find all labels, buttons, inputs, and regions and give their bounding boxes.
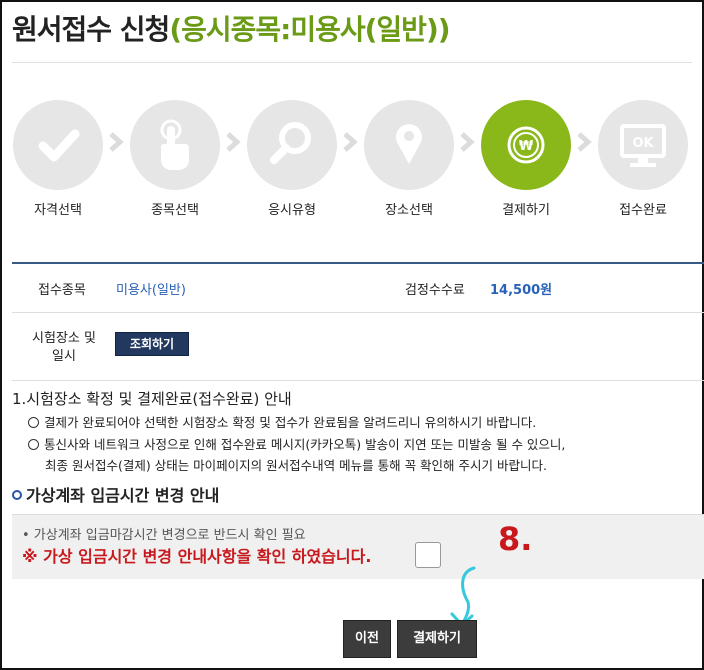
place-label-line1: 시험장소 및: [32, 331, 96, 346]
notice-title: 1.시험장소 확정 및 결제완료(접수완료) 안내: [12, 390, 292, 408]
step-label: 결제하기: [502, 203, 550, 218]
annotation-step-number: 8.: [498, 520, 533, 558]
step-exam-type: [247, 100, 337, 190]
notice-item-continuation: 최종 원서접수(결제) 상태는 마이페이지의 원서접수내역 메뉴를 통해 꼭 확…: [45, 458, 547, 473]
row-divider: [12, 380, 704, 381]
hand-pointer-icon: [160, 119, 189, 170]
won-coin-icon: ₩: [507, 126, 545, 164]
title-divider: [12, 62, 692, 63]
prev-button[interactable]: 이전: [343, 620, 391, 658]
page-title-main: 원서접수 신청: [12, 13, 170, 46]
step-label: 응시유형: [268, 203, 316, 218]
step-category: [130, 100, 220, 190]
magnifier-icon: [270, 122, 311, 164]
step-qualification: [13, 100, 103, 190]
circle-bullet-icon: [28, 417, 39, 428]
category-label: 접수종목: [38, 283, 86, 298]
fee-value: 14,500원: [490, 283, 553, 298]
step-label: 장소선택: [385, 203, 433, 218]
step-payment: ₩: [481, 100, 571, 190]
step-label: 접수완료: [619, 203, 667, 218]
pay-button[interactable]: 결제하기: [397, 620, 477, 658]
step-complete: OK: [598, 100, 688, 190]
notice-item-text: 결제가 완료되어야 선택한 시험장소 확정 및 접수가 완료됨을 알려드리니 유…: [44, 415, 537, 430]
virtual-account-title-text: 가상계좌 입금시간 변경 안내: [26, 486, 220, 505]
chevron-right-icon: [226, 132, 241, 152]
circle-bullet-icon: [28, 439, 39, 450]
chevron-right-icon: [109, 132, 124, 152]
notice-item: 통신사와 네트워크 사정으로 인해 접수완료 메시지(카카오톡) 발송이 지연 …: [28, 434, 565, 453]
svg-text:OK: OK: [632, 136, 654, 151]
page-title-subject: (응시종목:미용사(일반)): [169, 13, 450, 46]
step-label: 종목선택: [151, 203, 199, 218]
svg-text:₩: ₩: [519, 139, 534, 154]
chevron-right-icon: [343, 132, 358, 152]
notice-item: 결제가 완료되어야 선택한 시험장소 확정 및 접수가 완료됨을 알려드리니 유…: [28, 412, 536, 431]
confirmation-warning: ※ 가상 입금시간 변경 안내사항을 확인 하였습니다.: [22, 547, 372, 566]
fee-label: 검정수수료: [405, 283, 465, 298]
place-label-line2: 일시: [52, 349, 76, 364]
location-pin-icon: [396, 124, 422, 164]
row-divider: [12, 312, 704, 313]
virtual-account-note: • 가상계좌 입금마감시간 변경으로 반드시 확인 필요: [22, 528, 306, 543]
chevron-right-icon: [577, 132, 592, 152]
lookup-button[interactable]: 조회하기: [115, 332, 189, 356]
chevron-right-icon: [460, 132, 475, 152]
info-table-top-border: [12, 262, 704, 264]
category-value: 미용사(일반): [116, 283, 186, 298]
step-label: 자격선택: [34, 203, 82, 218]
virtual-account-title: 가상계좌 입금시간 변경 안내: [12, 482, 219, 506]
notice-item-text: 통신사와 네트워크 사정으로 인해 접수완료 메시지(카카오톡) 발송이 지연 …: [44, 437, 566, 452]
ok-monitor-icon: OK: [620, 124, 666, 167]
place-datetime-label: 시험장소 및 일시: [28, 330, 100, 366]
page-title: 원서접수 신청(응시종목:미용사(일반)): [12, 8, 451, 48]
confirm-checkbox[interactable]: [415, 542, 441, 568]
circle-bullet-icon: [12, 490, 22, 500]
check-icon: [38, 129, 80, 162]
step-location: [364, 100, 454, 190]
